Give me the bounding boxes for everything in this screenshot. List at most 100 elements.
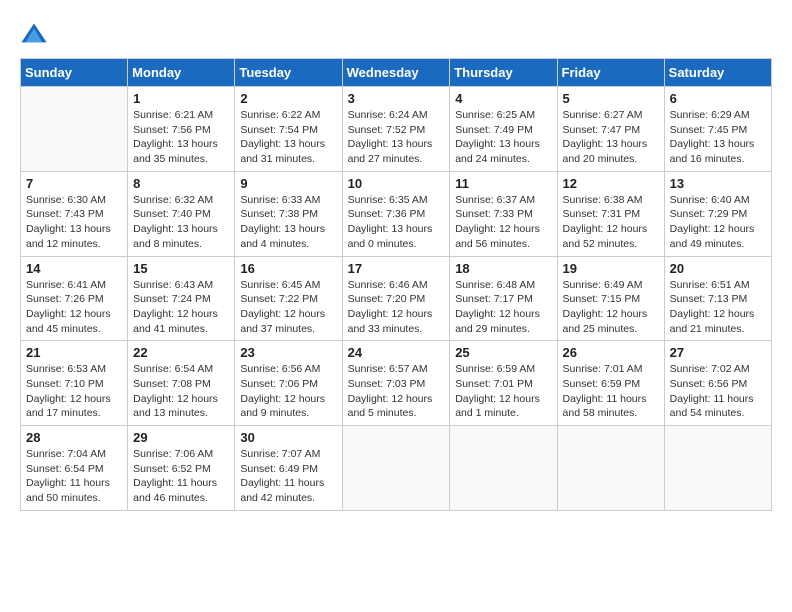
calendar-cell: 12 Sunrise: 6:38 AM Sunset: 7:31 PM Dayli…: [557, 171, 664, 256]
calendar-cell: 14 Sunrise: 6:41 AM Sunset: 7:26 PM Dayli…: [21, 256, 128, 341]
day-number: 13: [670, 176, 766, 191]
day-info: Sunrise: 6:48 AM Sunset: 7:17 PM Dayligh…: [455, 278, 551, 337]
day-number: 2: [240, 91, 336, 106]
calendar-cell: 3 Sunrise: 6:24 AM Sunset: 7:52 PM Daylig…: [342, 87, 450, 172]
calendar-cell: 7Sunrise: 6:30 AM Sunset: 7:43 PM Daylig…: [21, 171, 128, 256]
day-info: Sunrise: 6:33 AM Sunset: 7:38 PM Dayligh…: [240, 193, 336, 252]
day-info: Sunrise: 6:53 AM Sunset: 7:10 PM Dayligh…: [26, 362, 122, 421]
calendar-cell: [450, 426, 557, 511]
day-info: Sunrise: 6:35 AM Sunset: 7:36 PM Dayligh…: [348, 193, 445, 252]
calendar-cell: 2 Sunrise: 6:22 AM Sunset: 7:54 PM Daylig…: [235, 87, 342, 172]
day-info: Sunrise: 6:24 AM Sunset: 7:52 PM Dayligh…: [348, 108, 445, 167]
day-of-week-header: Tuesday: [235, 59, 342, 87]
day-number: 15: [133, 261, 229, 276]
day-number: 7: [26, 176, 122, 191]
day-number: 14: [26, 261, 122, 276]
calendar-cell: 28Sunrise: 7:04 AM Sunset: 6:54 PM Dayli…: [21, 426, 128, 511]
day-info: Sunrise: 6:22 AM Sunset: 7:54 PM Dayligh…: [240, 108, 336, 167]
day-number: 26: [563, 345, 659, 360]
day-of-week-header: Wednesday: [342, 59, 450, 87]
calendar-week-row: 28Sunrise: 7:04 AM Sunset: 6:54 PM Dayli…: [21, 426, 772, 511]
calendar-week-row: 14 Sunrise: 6:41 AM Sunset: 7:26 PM Dayli…: [21, 256, 772, 341]
day-number: 30: [240, 430, 336, 445]
day-info: Sunrise: 6:37 AM Sunset: 7:33 PM Dayligh…: [455, 193, 551, 252]
calendar-cell: 10Sunrise: 6:35 AM Sunset: 7:36 PM Dayli…: [342, 171, 450, 256]
day-info: Sunrise: 6:46 AM Sunset: 7:20 PM Dayligh…: [348, 278, 445, 337]
calendar-cell: 22 Sunrise: 6:54 AM Sunset: 7:08 PM Dayli…: [128, 341, 235, 426]
day-info: Sunrise: 6:54 AM Sunset: 7:08 PM Dayligh…: [133, 362, 229, 421]
calendar-cell: 25 Sunrise: 6:59 AM Sunset: 7:01 PM Dayli…: [450, 341, 557, 426]
day-info: Sunrise: 7:01 AM Sunset: 6:59 PM Dayligh…: [563, 362, 659, 421]
day-number: 6: [670, 91, 766, 106]
day-info: Sunrise: 6:57 AM Sunset: 7:03 PM Dayligh…: [348, 362, 445, 421]
day-info: Sunrise: 6:38 AM Sunset: 7:31 PM Dayligh…: [563, 193, 659, 252]
day-number: 9: [240, 176, 336, 191]
day-number: 11: [455, 176, 551, 191]
day-number: 12: [563, 176, 659, 191]
day-number: 20: [670, 261, 766, 276]
logo: [20, 20, 52, 48]
day-info: Sunrise: 7:02 AM Sunset: 6:56 PM Dayligh…: [670, 362, 766, 421]
day-number: 18: [455, 261, 551, 276]
day-number: 29: [133, 430, 229, 445]
day-info: Sunrise: 6:45 AM Sunset: 7:22 PM Dayligh…: [240, 278, 336, 337]
day-info: Sunrise: 6:29 AM Sunset: 7:45 PM Dayligh…: [670, 108, 766, 167]
day-of-week-header: Thursday: [450, 59, 557, 87]
calendar-cell: 20 Sunrise: 6:51 AM Sunset: 7:13 PM Dayli…: [664, 256, 771, 341]
calendar-table: SundayMondayTuesdayWednesdayThursdayFrid…: [20, 58, 772, 511]
calendar-cell: [342, 426, 450, 511]
page-header: [20, 20, 772, 48]
day-of-week-header: Monday: [128, 59, 235, 87]
day-number: 25: [455, 345, 551, 360]
calendar-cell: 5 Sunrise: 6:27 AM Sunset: 7:47 PM Daylig…: [557, 87, 664, 172]
day-number: 19: [563, 261, 659, 276]
day-number: 4: [455, 91, 551, 106]
calendar-cell: 17 Sunrise: 6:46 AM Sunset: 7:20 PM Dayli…: [342, 256, 450, 341]
day-number: 17: [348, 261, 445, 276]
calendar-week-row: 1 Sunrise: 6:21 AM Sunset: 7:56 PM Daylig…: [21, 87, 772, 172]
day-info: Sunrise: 7:07 AM Sunset: 6:49 PM Dayligh…: [240, 447, 336, 506]
calendar-cell: 29 Sunrise: 7:06 AM Sunset: 6:52 PM Dayli…: [128, 426, 235, 511]
calendar-cell: [557, 426, 664, 511]
calendar-cell: [664, 426, 771, 511]
calendar-cell: 9 Sunrise: 6:33 AM Sunset: 7:38 PM Daylig…: [235, 171, 342, 256]
day-number: 21: [26, 345, 122, 360]
day-number: 24: [348, 345, 445, 360]
day-info: Sunrise: 6:56 AM Sunset: 7:06 PM Dayligh…: [240, 362, 336, 421]
calendar-cell: 11 Sunrise: 6:37 AM Sunset: 7:33 PM Dayli…: [450, 171, 557, 256]
day-info: Sunrise: 6:41 AM Sunset: 7:26 PM Dayligh…: [26, 278, 122, 337]
calendar-cell: 30 Sunrise: 7:07 AM Sunset: 6:49 PM Dayli…: [235, 426, 342, 511]
day-info: Sunrise: 6:40 AM Sunset: 7:29 PM Dayligh…: [670, 193, 766, 252]
day-info: Sunrise: 6:27 AM Sunset: 7:47 PM Dayligh…: [563, 108, 659, 167]
day-info: Sunrise: 6:59 AM Sunset: 7:01 PM Dayligh…: [455, 362, 551, 421]
calendar-header-row: SundayMondayTuesdayWednesdayThursdayFrid…: [21, 59, 772, 87]
calendar-cell: 4 Sunrise: 6:25 AM Sunset: 7:49 PM Daylig…: [450, 87, 557, 172]
calendar-cell: 15 Sunrise: 6:43 AM Sunset: 7:24 PM Dayli…: [128, 256, 235, 341]
day-number: 3: [348, 91, 445, 106]
day-of-week-header: Friday: [557, 59, 664, 87]
calendar-week-row: 7Sunrise: 6:30 AM Sunset: 7:43 PM Daylig…: [21, 171, 772, 256]
day-number: 23: [240, 345, 336, 360]
day-info: Sunrise: 6:43 AM Sunset: 7:24 PM Dayligh…: [133, 278, 229, 337]
day-number: 5: [563, 91, 659, 106]
calendar-cell: 23 Sunrise: 6:56 AM Sunset: 7:06 PM Dayli…: [235, 341, 342, 426]
calendar-cell: [21, 87, 128, 172]
day-number: 27: [670, 345, 766, 360]
calendar-cell: 13 Sunrise: 6:40 AM Sunset: 7:29 PM Dayli…: [664, 171, 771, 256]
day-info: Sunrise: 6:32 AM Sunset: 7:40 PM Dayligh…: [133, 193, 229, 252]
day-number: 22: [133, 345, 229, 360]
logo-icon: [20, 20, 48, 48]
day-number: 1: [133, 91, 229, 106]
day-info: Sunrise: 6:25 AM Sunset: 7:49 PM Dayligh…: [455, 108, 551, 167]
day-number: 28: [26, 430, 122, 445]
calendar-cell: 8Sunrise: 6:32 AM Sunset: 7:40 PM Daylig…: [128, 171, 235, 256]
day-info: Sunrise: 6:51 AM Sunset: 7:13 PM Dayligh…: [670, 278, 766, 337]
day-of-week-header: Saturday: [664, 59, 771, 87]
calendar-cell: 19Sunrise: 6:49 AM Sunset: 7:15 PM Dayli…: [557, 256, 664, 341]
calendar-cell: 27 Sunrise: 7:02 AM Sunset: 6:56 PM Dayli…: [664, 341, 771, 426]
calendar-cell: 1 Sunrise: 6:21 AM Sunset: 7:56 PM Daylig…: [128, 87, 235, 172]
day-info: Sunrise: 6:21 AM Sunset: 7:56 PM Dayligh…: [133, 108, 229, 167]
calendar-cell: 16Sunrise: 6:45 AM Sunset: 7:22 PM Dayli…: [235, 256, 342, 341]
day-of-week-header: Sunday: [21, 59, 128, 87]
day-info: Sunrise: 7:06 AM Sunset: 6:52 PM Dayligh…: [133, 447, 229, 506]
